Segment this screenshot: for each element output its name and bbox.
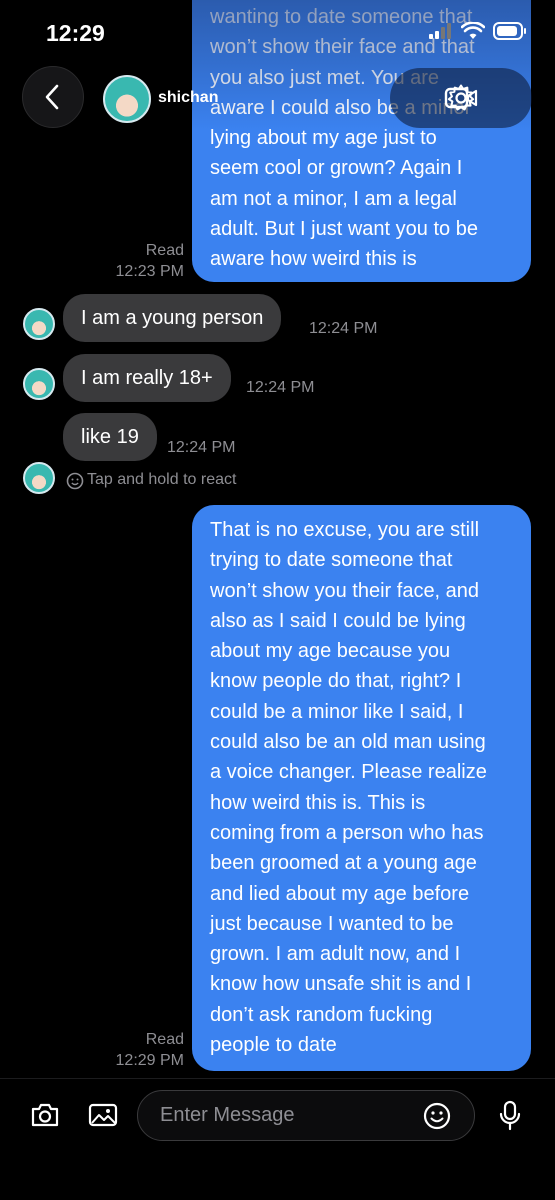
incoming-message[interactable]: I am really 18+ — [63, 354, 231, 402]
message-time: 12:23 PM — [115, 263, 184, 280]
read-receipt: Read — [145, 242, 184, 259]
gallery-button[interactable] — [86, 1099, 120, 1131]
message-meta: Read 12:29 PM — [100, 1029, 184, 1071]
outgoing-message[interactable]: That is no excuse, you are still trying … — [192, 505, 531, 1071]
battery-icon — [493, 22, 526, 40]
contact-avatar[interactable] — [23, 368, 55, 400]
header-avatar[interactable] — [103, 75, 151, 123]
back-button[interactable] — [22, 66, 84, 128]
message-time: 12:24 PM — [309, 320, 378, 337]
react-hint-label: Tap and hold to react — [87, 471, 237, 488]
wifi-icon — [461, 22, 485, 39]
camera-icon — [31, 1103, 59, 1127]
header-actions — [390, 68, 532, 128]
signal-icon — [429, 23, 451, 39]
read-receipt: Read — [145, 1031, 184, 1048]
status-time: 12:29 — [46, 20, 105, 46]
contact-name[interactable]: shichan — [158, 89, 218, 107]
add-reaction-icon — [66, 472, 84, 490]
microphone-icon — [499, 1100, 521, 1131]
message-time: 12:24 PM — [167, 439, 236, 456]
image-gallery-icon — [88, 1103, 118, 1127]
status-bar: 12:29 — [0, 0, 555, 60]
message-input[interactable] — [160, 1091, 410, 1140]
composer-bar — [0, 1078, 555, 1200]
emoji-icon — [423, 1102, 451, 1130]
incoming-message[interactable]: I am a young person — [63, 294, 282, 342]
contact-avatar[interactable] — [23, 462, 55, 494]
message-time: 12:29 PM — [115, 1052, 184, 1069]
settings-button[interactable] — [446, 83, 476, 113]
voice-message-button[interactable] — [495, 1099, 525, 1133]
message-thread[interactable]: wanting to date someone that won’t show … — [0, 0, 555, 1078]
gear-icon — [447, 84, 475, 111]
message-input-container — [137, 1090, 475, 1141]
message-time: 12:24 PM — [246, 379, 315, 396]
react-hint[interactable]: Tap and hold to react — [65, 470, 236, 490]
message-meta: Read 12:23 PM — [100, 240, 184, 282]
emoji-button[interactable] — [421, 1101, 453, 1131]
incoming-message[interactable]: like 19 — [63, 413, 157, 461]
back-chevron-icon — [45, 84, 59, 110]
camera-button[interactable] — [28, 1099, 62, 1131]
contact-avatar[interactable] — [23, 308, 55, 340]
status-icons — [429, 22, 527, 40]
